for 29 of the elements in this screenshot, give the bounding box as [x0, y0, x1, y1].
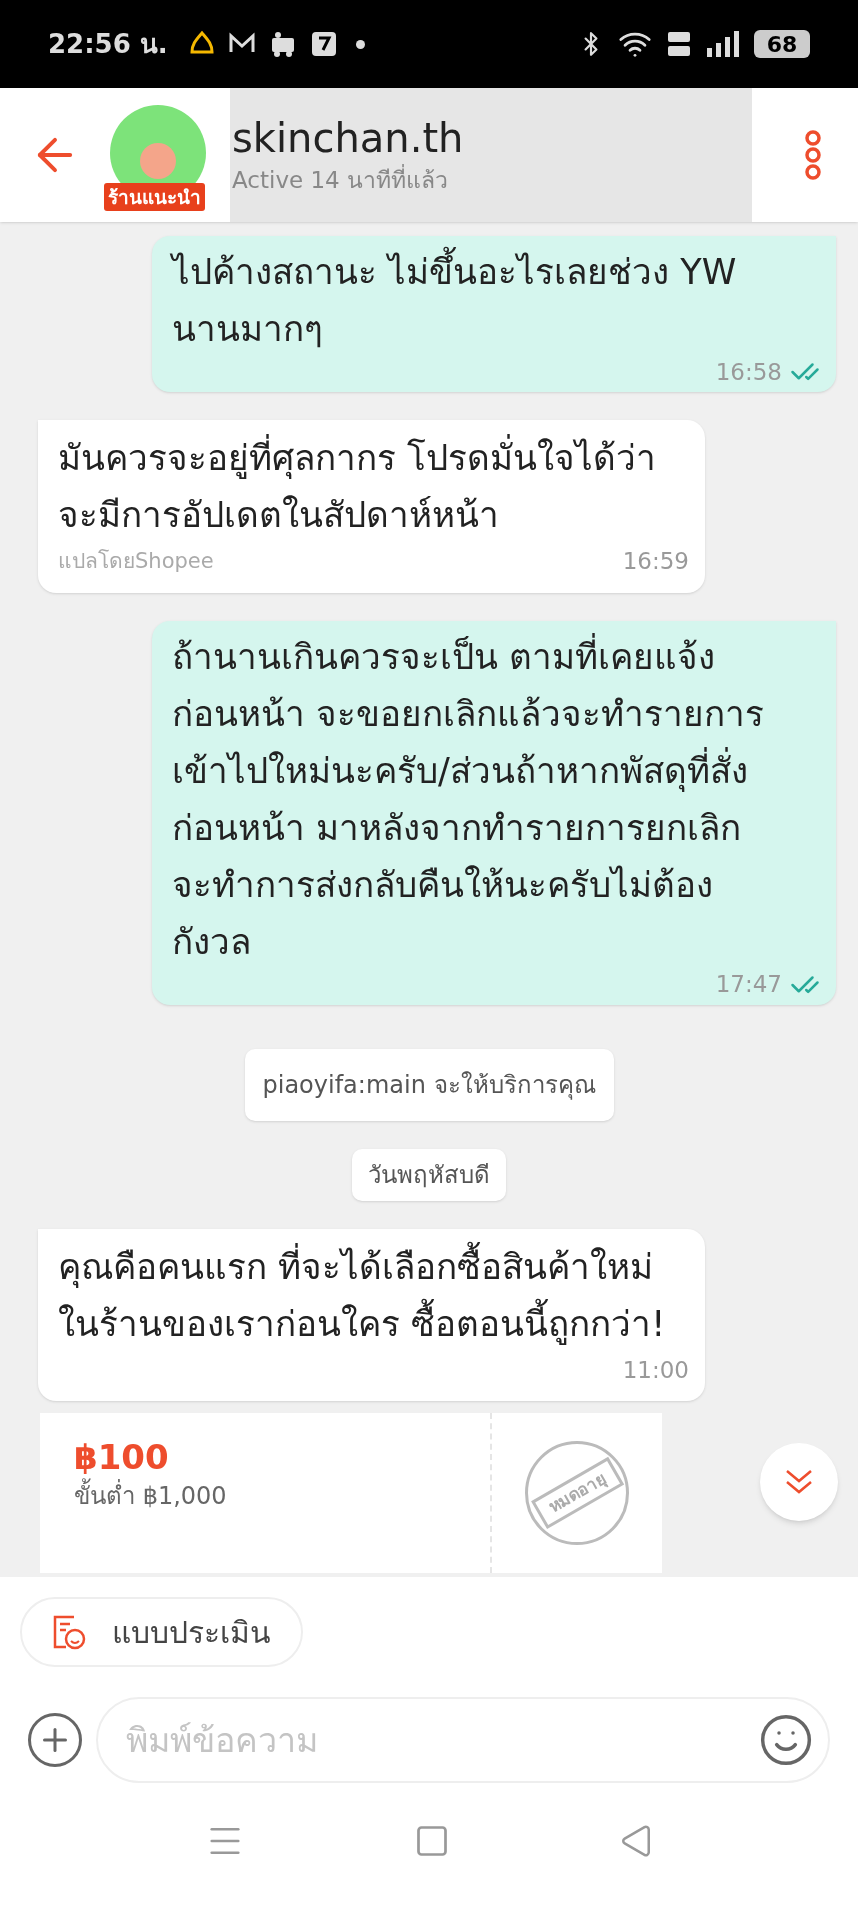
- translation-note: แปลโดยShopee: [58, 547, 214, 575]
- message-text: ถ้านานเกินควรจะเป็น ตามที่เคยแจ้ง ก่อนหน้า จะขอยกเลิกแล้วจะทำรายการ เข้าไปใหม่นะครับ/ส่วนถ้าหากพัสดุที่สั่ง ก่อนหน้า มาหลังจากทำรายการยกเลิก จะทำการส่งกลับคืนให้นะครับไม่ต้อง กังวล: [172, 628, 765, 971]
- scroll-down-button[interactable]: [760, 1443, 838, 1521]
- message-time: 16:59: [622, 547, 689, 576]
- date-label: วันพฤหัสบดี: [352, 1148, 506, 1201]
- store-icon: [309, 30, 338, 58]
- message-text: ไปค้างสถานะ ไม่ขึ้นอะไรเลยช่วง YW นานมากๆ: [172, 244, 737, 358]
- survey-icon: [52, 1614, 86, 1650]
- message-input[interactable]: พิมพ์ข้อความ: [96, 1697, 830, 1783]
- add-button[interactable]: [28, 1713, 82, 1767]
- evaluation-chip[interactable]: แบบประเมิน: [20, 1597, 303, 1667]
- message-time: 17:47: [715, 970, 782, 1000]
- active-status: Active 14 นาทีที่แล้ว: [232, 163, 450, 195]
- home-icon[interactable]: [414, 1823, 450, 1859]
- shop-name: skinchan.th: [232, 113, 465, 163]
- emoji-icon[interactable]: [758, 1712, 814, 1768]
- voucher-minimum: ขั้นต่ำ ฿1,000: [74, 1479, 227, 1513]
- message-text: มันควรจะอยู่ที่ศุลกากร โปรดมั่นใจได้ว่า จะมีการอัปเดตในสัปดาห์หน้า: [58, 430, 657, 544]
- battery-level: 68: [766, 30, 798, 59]
- status-time: 22:56 น.: [48, 27, 168, 61]
- signal-icon: [706, 30, 740, 58]
- message-text: คุณคือคนแรก ที่จะได้เลือกซื้อสินค้าใหม่ ในร้านของเราก่อนใคร ซื้อตอนนี้ถูกกว่า!: [58, 1238, 666, 1353]
- recommended-badge: ร้านแนะนำ: [104, 182, 205, 211]
- message-time: 16:58: [715, 357, 782, 387]
- more-vertical-icon: [803, 130, 823, 180]
- system-notice: piaoyifa:main จะให้บริการคุณ: [244, 1048, 614, 1121]
- double-chevron-icon: [785, 1469, 813, 1495]
- message-time: 11:00: [622, 1355, 689, 1385]
- voucher-amount: ฿100: [74, 1436, 169, 1478]
